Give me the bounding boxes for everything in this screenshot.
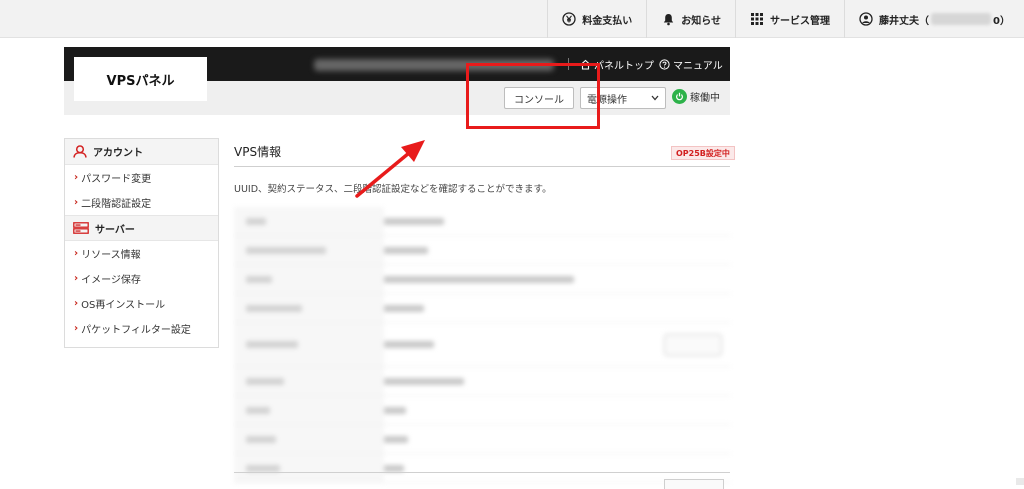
sidebar-item-label: リソース情報 [81, 250, 141, 261]
page-description: UUID、契約ステータス、二段階認証設定などを確認することができます。 [234, 184, 552, 195]
topbar-notifications[interactable]: お知らせ [646, 0, 735, 38]
table-action-button-redacted[interactable] [664, 333, 722, 356]
sidebar-item-resource-info[interactable]: › リソース情報 [65, 241, 218, 266]
topbar-service-management-label: サービス管理 [770, 15, 831, 27]
panel-top-label: パネルトップ [594, 61, 654, 72]
server-status: 稼働中 [672, 89, 720, 104]
sidebar-item-packet-filter[interactable]: › パケットフィルター設定 [65, 316, 218, 341]
sidebar-item-image-save[interactable]: › イメージ保存 [65, 266, 218, 291]
sidebar-item-label: パスワード変更 [81, 174, 152, 185]
sidebar-item-os-reinstall[interactable]: › OS再インストール [65, 291, 218, 316]
topbar-notifications-label: お知らせ [681, 15, 722, 27]
yen-circle-icon [562, 12, 576, 26]
power-icon [672, 89, 687, 104]
corner-mark [1016, 478, 1024, 485]
user-id-redacted [931, 13, 992, 25]
bottom-button-partial[interactable] [664, 479, 724, 489]
table-row [234, 367, 730, 396]
vps-panel-logo[interactable]: VPSパネル [74, 57, 207, 101]
table-row [234, 323, 730, 367]
chevron-right-icon: › [74, 323, 79, 334]
sidebar-item-label: 二段階認証設定 [81, 199, 152, 210]
chevron-right-icon: › [74, 172, 79, 183]
vps-info-table-redacted [234, 207, 730, 483]
table-row [234, 396, 730, 425]
sidebar: アカウント › パスワード変更 › 二段階認証設定 サーバー › リソース情報 … [64, 138, 219, 348]
table-row [234, 294, 730, 323]
sidebar-item-label: パケットフィルター設定 [81, 325, 191, 336]
grid-icon [750, 12, 764, 26]
user-name-suffix: 0） [993, 15, 1010, 27]
sidebar-section-server: サーバー [65, 215, 218, 241]
bell-icon [661, 12, 675, 26]
topbar-user-menu[interactable]: 藤井丈夫（ 0） [844, 0, 1024, 38]
topbar-billing-label: 料金支払い [582, 15, 633, 27]
topbar-service-management[interactable]: サービス管理 [735, 0, 844, 38]
sidebar-item-label: OS再インストール [81, 300, 166, 311]
global-topbar: 料金支払い お知らせ サービス管理 藤井丈夫（ 0） [0, 0, 1024, 38]
server-icon [73, 222, 89, 234]
user-name-prefix: 藤井丈夫（ [879, 15, 930, 27]
page-title: VPS情報 [234, 145, 282, 159]
sidebar-section-server-title: サーバー [95, 224, 135, 236]
manual-label: マニュアル [673, 61, 723, 72]
table-row [234, 265, 730, 294]
topbar-menu: 料金支払い お知らせ サービス管理 藤井丈夫（ 0） [547, 0, 1024, 38]
user-circle-icon [859, 12, 873, 26]
manual-link[interactable]: マニュアル [659, 57, 723, 72]
chevron-right-icon: › [74, 298, 79, 309]
op25b-status-badge: OP25B設定中 [671, 146, 735, 160]
sidebar-item-label: イメージ保存 [81, 275, 141, 286]
content-bottom-divider [234, 472, 730, 473]
title-divider [234, 166, 730, 167]
sidebar-item-password-change[interactable]: › パスワード変更 [65, 165, 218, 190]
annotation-highlight-box [466, 63, 600, 129]
chevron-right-icon: › [74, 273, 79, 284]
chevron-right-icon: › [74, 248, 79, 259]
account-icon [73, 145, 87, 158]
sidebar-item-two-factor[interactable]: › 二段階認証設定 [65, 190, 218, 215]
sidebar-section-account: アカウント [65, 139, 218, 165]
table-row [234, 425, 730, 454]
topbar-billing[interactable]: 料金支払い [547, 0, 646, 38]
table-row [234, 236, 730, 265]
table-row [234, 207, 730, 236]
table-row [234, 454, 730, 483]
sidebar-section-account-title: アカウント [93, 148, 143, 159]
help-circle-icon [659, 59, 670, 70]
chevron-down-icon [651, 93, 659, 104]
server-status-label: 稼働中 [690, 93, 720, 104]
chevron-right-icon: › [74, 197, 79, 208]
